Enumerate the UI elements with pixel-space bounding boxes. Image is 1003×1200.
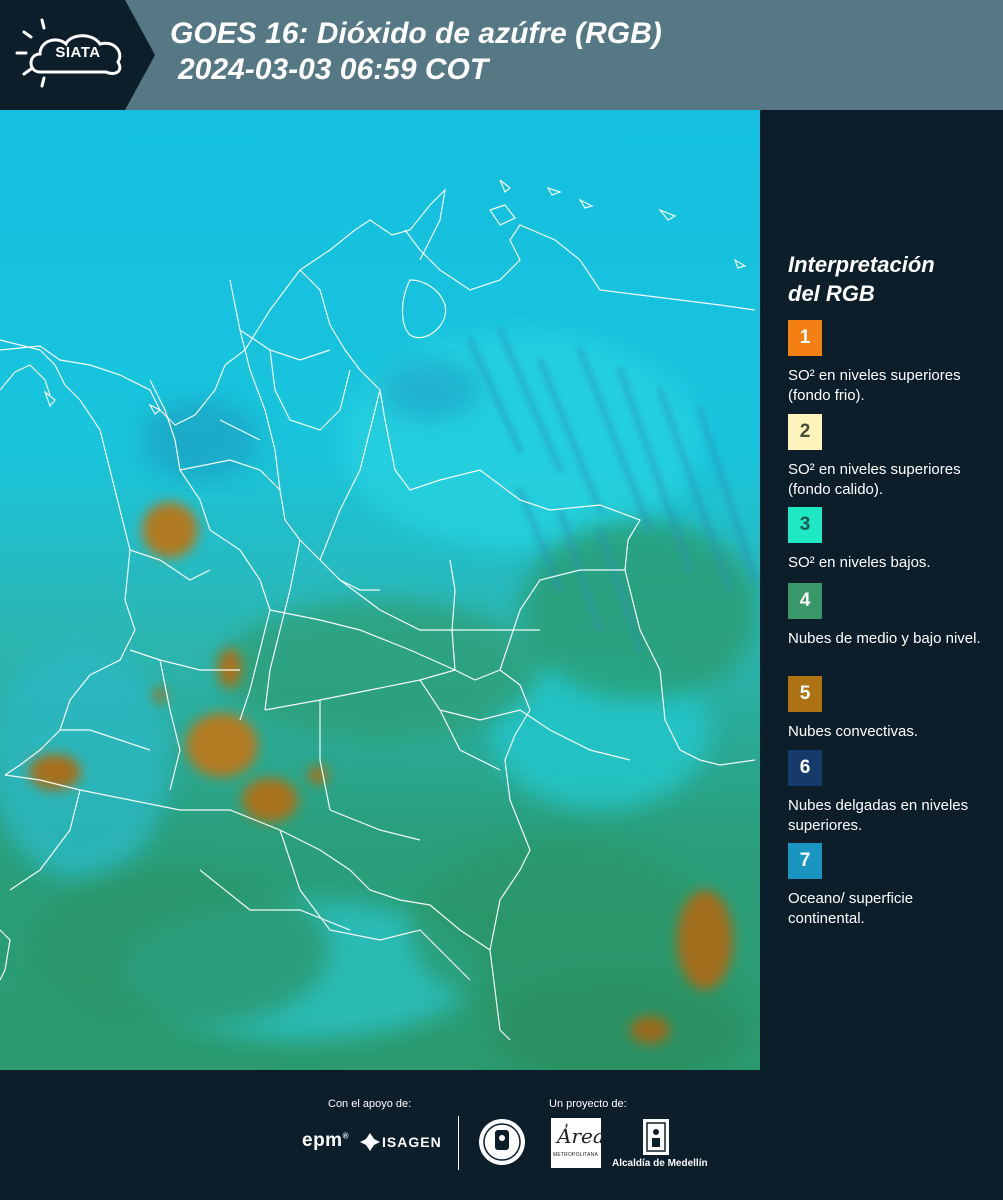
legend-label: Oceano/ superficie continental.	[788, 890, 914, 927]
legend-item-5: 5 Nubes convectivas.	[788, 676, 993, 742]
legend-swatch: 5	[788, 676, 822, 712]
medellin-seal-icon	[479, 1119, 525, 1165]
legend-item-3: 3 SO² en niveles bajos.	[788, 507, 993, 573]
header-bar: SIATA GOES 16: Dióxido de azúfre (RGB) 2…	[0, 0, 1003, 110]
legend-swatch: 1	[788, 320, 822, 356]
support-label: Con el apoyo de:	[328, 1098, 412, 1110]
legend-title-line-1: Interpretación	[788, 252, 935, 277]
legend-item-2: 2 SO² en niveles superiores (fondo calido…	[788, 414, 993, 500]
logo-text: SIATA	[55, 44, 101, 61]
title-line-2: 2024-03-03 06:59 COT	[178, 53, 489, 86]
alcaldia-label: Alcaldía de Medellín	[612, 1158, 708, 1169]
legend-label: Nubes de medio y bajo nivel.	[788, 630, 981, 647]
footer-bar: Con el apoyo de: Un proyecto de: epm® IS…	[0, 1070, 1003, 1200]
area-metropolitana-logo: A̍rea METROPOLITANA	[551, 1118, 605, 1168]
legend-swatch: 6	[788, 750, 822, 786]
legend-item-7: 7 Oceano/ superficie continental.	[788, 843, 993, 929]
legend-swatch: 4	[788, 583, 822, 619]
legend-item-4: 4 Nubes de medio y bajo nivel.	[788, 583, 993, 649]
legend-swatch: 7	[788, 843, 822, 879]
epm-logo: epm®	[302, 1130, 349, 1151]
legend-swatch: 2	[788, 414, 822, 450]
legend-swatch: 3	[788, 507, 822, 543]
legend-item-6: 6 Nubes delgadas en niveles superiores.	[788, 750, 993, 836]
title-line-1: GOES 16: Dióxido de azúfre (RGB)	[170, 17, 662, 50]
epm-text: epm	[302, 1130, 343, 1151]
isagen-icon	[360, 1133, 380, 1151]
isagen-logo: ISAGEN	[382, 1134, 442, 1150]
legend-label: Nubes delgadas en niveles superiores.	[788, 797, 969, 834]
map-image	[0, 110, 760, 1070]
legend-label: SO² en niveles bajos.	[788, 554, 931, 571]
legend-label: SO² en niveles superiores (fondo frio).	[788, 367, 961, 404]
legend-label: Nubes convectivas.	[788, 723, 919, 740]
alcaldia-shield-icon	[643, 1119, 669, 1155]
page-title: GOES 16: Dióxido de azúfre (RGB) 2024-03…	[170, 16, 662, 88]
legend-item-1: 1 SO² en niveles superiores (fondo frio).	[788, 320, 993, 406]
siata-logo: SIATA	[0, 0, 155, 110]
satellite-map[interactable]	[0, 110, 760, 1070]
footer-divider	[458, 1116, 459, 1170]
legend-title-line-2: del RGB	[788, 281, 875, 306]
legend-label: SO² en niveles superiores (fondo calido)…	[788, 461, 961, 498]
legend-title: Interpretación del RGB	[788, 250, 988, 308]
project-label: Un proyecto de:	[549, 1098, 627, 1110]
legend-panel: Interpretación del RGB	[788, 250, 988, 326]
